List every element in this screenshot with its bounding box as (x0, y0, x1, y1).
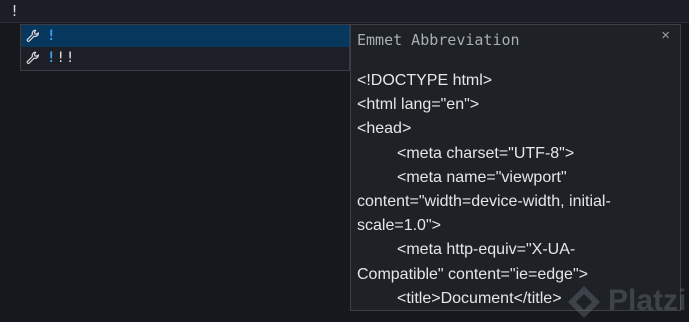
watermark-text: Platzi (608, 284, 687, 317)
code-line: <head> (357, 120, 412, 138)
platzi-logo-icon (568, 286, 600, 318)
code-line: content="width=device-width, initial-sca… (357, 193, 611, 235)
suggestion-details-panel: Emmet Abbreviation × <!DOCTYPE html> <ht… (350, 24, 681, 311)
suggestion-list: ! !!! (20, 24, 350, 71)
expansion-preview: <!DOCTYPE html> <html lang="en"> <head> … (357, 69, 673, 310)
suggestion-item[interactable]: !!! (21, 47, 349, 69)
wrench-icon (26, 29, 40, 42)
suggestion-label: ! (47, 28, 57, 44)
editor-line[interactable]: ! (0, 0, 689, 23)
typed-text: ! (10, 2, 20, 20)
code-line: <html lang="en"> (357, 96, 480, 114)
code-line: <meta charset="UTF-8"> (397, 144, 575, 162)
wrench-icon (26, 51, 40, 64)
platzi-watermark: Platzi (560, 280, 689, 322)
code-line: <!DOCTYPE html> (357, 72, 493, 89)
close-icon[interactable]: × (661, 27, 670, 44)
suggestion-label: !!! (47, 50, 76, 66)
details-title: Emmet Abbreviation (357, 31, 520, 49)
code-line: <meta http-equiv="X-UA- (397, 241, 576, 259)
code-line: <meta name="viewport" (397, 168, 567, 186)
suggestion-item[interactable]: ! (21, 25, 349, 47)
